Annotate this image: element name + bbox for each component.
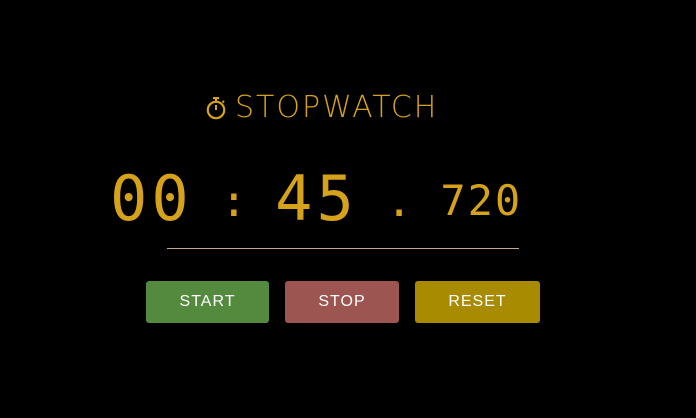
minutes-readout: 00 (110, 162, 193, 235)
seconds-readout: 45 (275, 162, 358, 235)
divider (167, 248, 519, 249)
milliseconds-readout: 720 (440, 176, 523, 225)
start-button[interactable]: START (146, 281, 269, 323)
stop-button[interactable]: STOP (285, 281, 399, 323)
dot-separator: . (385, 176, 413, 227)
stopwatch-app: STOPWATCH 00 : 45 . 720 START STOP RESET (0, 0, 696, 418)
stopwatch-icon (206, 97, 226, 120)
page-title: STOPWATCH (205, 88, 438, 128)
title-text: STOPWATCH (235, 90, 439, 125)
reset-button[interactable]: RESET (415, 281, 540, 323)
colon-separator: : (220, 176, 248, 227)
time-display: 00 : 45 . 720 (108, 160, 588, 230)
